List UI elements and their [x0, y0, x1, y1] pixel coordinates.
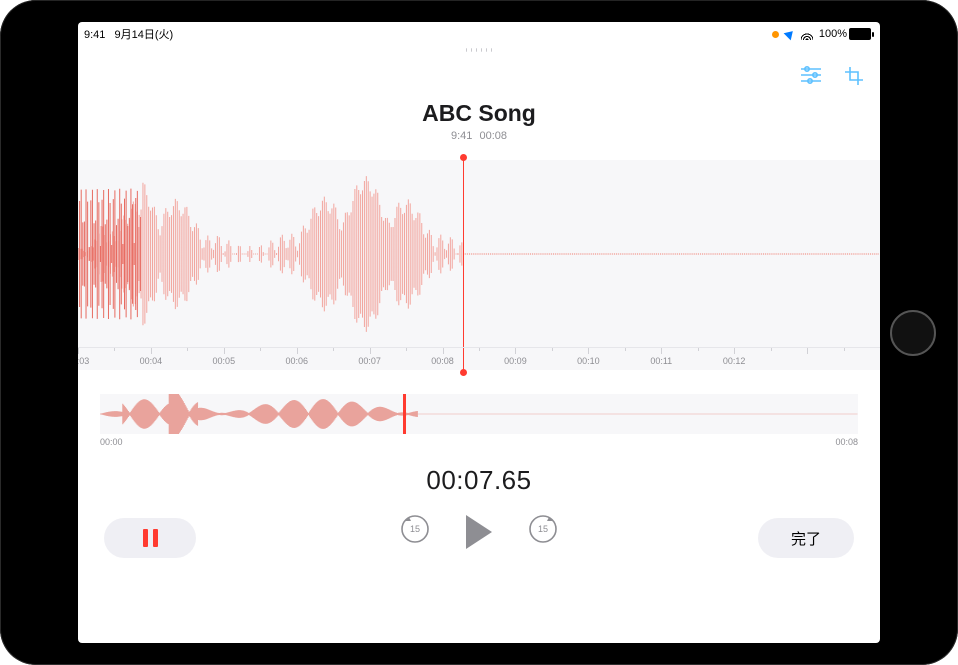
skip-back-15-button[interactable]: 15: [398, 512, 432, 551]
location-icon: [783, 28, 796, 41]
recording-meta-time: 9:41: [451, 130, 472, 142]
wifi-icon: [801, 28, 813, 40]
status-time: 9:41: [84, 29, 105, 41]
pause-icon: [143, 529, 158, 547]
home-button[interactable]: [890, 310, 936, 356]
play-button[interactable]: [466, 515, 492, 549]
svg-text:15: 15: [538, 524, 548, 534]
settings-sliders-icon[interactable]: [800, 66, 822, 91]
done-button[interactable]: 完了: [758, 518, 854, 558]
timeline-tick-label: 00:03: [78, 356, 89, 366]
recording-meta: 9:41 00:08: [78, 130, 880, 142]
timeline-tick-label: 00:06: [285, 356, 308, 366]
timeline-tick-label: 00:09: [504, 356, 527, 366]
status-date: 9月14日(火): [114, 29, 173, 41]
battery-indicator: 100%: [819, 28, 874, 40]
timeline-tick-label: 00:08: [431, 356, 454, 366]
waveform-overview[interactable]: [100, 394, 858, 434]
pause-recording-button[interactable]: [104, 518, 196, 558]
status-bar: 9:41 9月14日(火) 100%: [78, 22, 880, 44]
overview-cursor[interactable]: [403, 394, 406, 434]
crop-trim-icon[interactable]: [844, 66, 864, 91]
elapsed-time: 00:07.65: [78, 465, 880, 496]
timeline-tick-label: 00:07: [358, 356, 381, 366]
battery-percent: 100%: [819, 28, 847, 40]
sheet-handle[interactable]: [466, 48, 492, 54]
overview-start-label: 00:00: [100, 437, 123, 447]
overview-end-label: 00:08: [835, 437, 858, 447]
timeline-tick-label: 00:10: [577, 356, 600, 366]
timeline-tick-label: 00:12: [723, 356, 746, 366]
recording-indicator-dot: [772, 31, 779, 38]
timeline-ruler: 00:03 00:04 00:05 00:06 00:07 00:08 00:09 00:10…: [78, 347, 880, 370]
skip-forward-15-button[interactable]: 15: [526, 512, 560, 551]
waveform-main[interactable]: 00:03 00:04 00:05 00:06 00:07 00:08 00:09 00:10…: [78, 160, 880, 370]
playhead[interactable]: [463, 160, 464, 370]
done-button-label: 完了: [791, 528, 821, 549]
app-screen: 9:41 9月14日(火) 100%: [78, 22, 880, 643]
timeline-tick-label: 00:04: [140, 356, 163, 366]
timeline-tick-label: 00:11: [650, 356, 672, 366]
recording-meta-duration: 00:08: [479, 130, 507, 142]
timeline-tick-label: 00:05: [213, 356, 236, 366]
recording-title[interactable]: ABC Song: [78, 100, 880, 127]
svg-text:15: 15: [410, 524, 420, 534]
